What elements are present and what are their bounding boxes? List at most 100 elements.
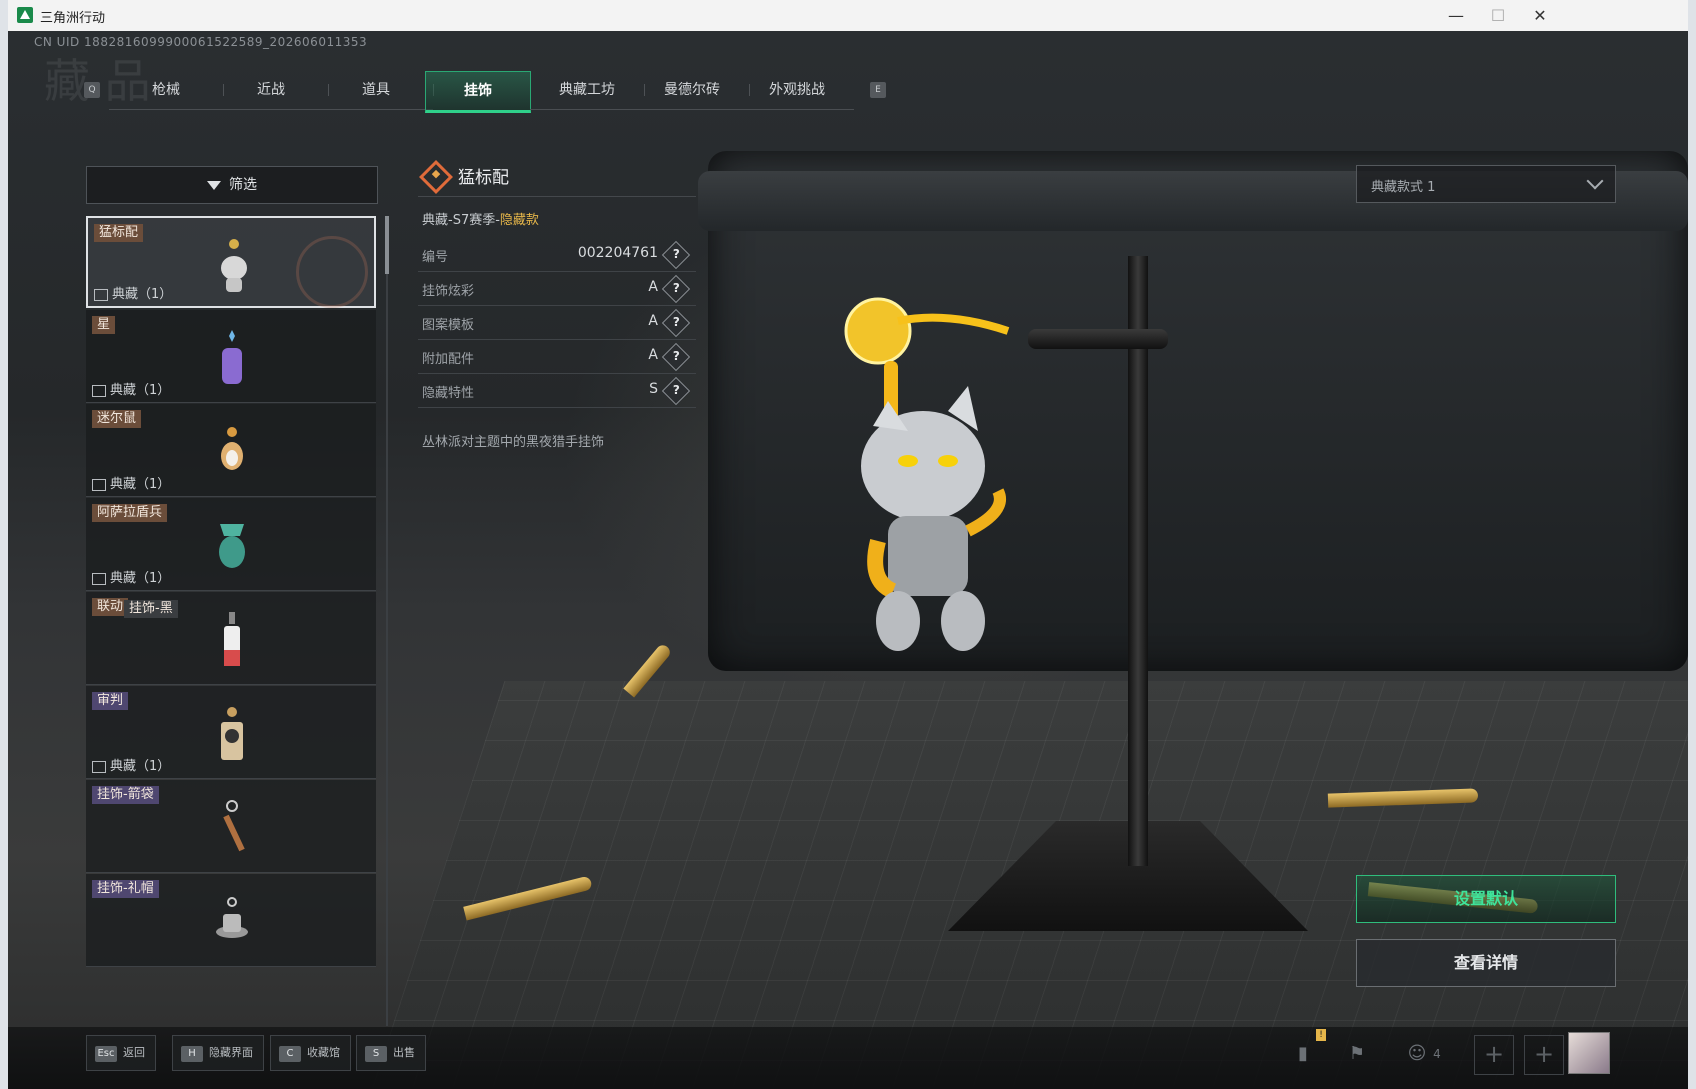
charm-list[interactable]: 猛标配 典藏（1） 星 典藏（1） 迷尔鼠 典藏（1） 阿萨拉盾兵 典藏（1） [86,216,378,1026]
charm-3d-model[interactable] [838,291,1038,691]
list-item[interactable]: 联动 挂饰-黑 [86,592,376,685]
list-item[interactable]: 猛标配 典藏（1） [86,216,376,308]
item-collection-count: 典藏（1） [92,379,170,398]
window-title: 三角洲行动 [40,11,106,26]
view-details-button[interactable]: 查看详情 [1356,939,1616,987]
item-name-tag: 迷尔鼠 [92,410,142,428]
item-name-tag: 挂饰-箭袋 [92,786,159,804]
charm-name: 猛标配 [458,168,509,188]
image-icon [92,384,106,397]
list-scrollbar-track[interactable] [386,216,388,1026]
chevron-down-icon [1586,172,1604,190]
list-item[interactable]: 星 典藏（1） [86,310,376,403]
delta-force-app-icon [17,7,33,23]
tab-label: 挂饰 [464,83,492,99]
list-item[interactable]: 审判 典藏（1） [86,686,376,779]
hotkey-label: 收藏馆 [307,1046,340,1059]
hotkey-key: H [181,1046,203,1062]
charm-thumbnail [221,427,243,470]
charm-thumbnail [216,897,248,938]
list-item[interactable]: 挂饰-箭袋 [86,780,376,873]
help-icon[interactable]: ? [661,240,691,270]
attr-row-pattern: 图案模板 A? [418,305,696,340]
attr-row-accessory: 附加配件 A? [418,339,696,374]
attr-key: 隐藏特性 [422,386,475,401]
item-name-tag: 星 [92,316,116,334]
tab-guns[interactable]: 枪械 [109,71,224,110]
help-glyph: ? [672,349,680,364]
item-subtitle-tag: 挂饰-黑 [124,600,178,618]
help-icon[interactable]: ? [661,274,691,304]
player-avatar[interactable] [1568,1032,1610,1074]
item-collection-label: 典藏（1） [110,571,171,586]
list-item[interactable]: 迷尔鼠 典藏（1） [86,404,376,497]
list-scrollbar-thumb[interactable] [385,216,389,274]
attr-value: 002204761 [577,245,658,261]
tab-items[interactable]: 道具 [319,71,434,110]
sell-hotkey-button[interactable]: S 出售 [356,1035,426,1071]
funnel-icon [207,180,221,190]
charm-description: 丛林派对主题中的黑夜猎手挂饰 [422,435,605,450]
item-collection-label: 典藏（1） [110,383,171,398]
tab-label: 外观挑战 [769,82,825,98]
set-default-button[interactable]: 设置默认 [1356,875,1616,923]
season-hidden-tag: 隐藏款 [499,213,539,228]
item-name-tag: 联动 [92,598,129,616]
hide-ui-hotkey-button[interactable]: H 隐藏界面 [172,1035,264,1071]
attr-key: 编号 [422,250,449,265]
item-name-tag: 猛标配 [94,224,144,242]
list-item[interactable]: 挂饰-礼帽 [86,874,376,967]
tab-workshop[interactable]: 典藏工坊 [530,71,645,110]
help-glyph: ? [672,247,680,262]
item-collection-label: 典藏（1） [112,287,173,302]
attr-value: A [648,347,658,363]
list-item[interactable]: 阿萨拉盾兵 典藏（1） [86,498,376,591]
filter-button[interactable]: 筛选 [86,166,378,204]
help-icon[interactable]: ? [661,342,691,372]
display-stand-arm [1028,329,1168,349]
image-icon [94,288,108,301]
add-teammate-button[interactable]: + [1524,1035,1564,1075]
help-icon[interactable]: ? [661,376,691,406]
close-button[interactable]: ✕ [1518,2,1562,29]
stats-chart-icon[interactable]: ▮ [1288,1039,1318,1069]
tab-charms[interactable]: 挂饰 [425,71,531,113]
tab-label: 曼德尔砖 [664,82,720,98]
attr-key: 图案模板 [422,318,475,333]
tab-label: 道具 [362,82,390,98]
player-uid: CN UID 1882816099900061522589_2026060113… [34,35,368,49]
item-collection-label: 典藏（1） [110,477,171,492]
add-teammate-button[interactable]: + [1474,1035,1514,1075]
collection-hall-hotkey-button[interactable]: C 收藏馆 [270,1035,351,1071]
maximize-button[interactable]: ☐ [1476,2,1520,29]
item-name-tag: 阿萨拉盾兵 [92,504,168,522]
image-icon [92,760,106,773]
item-collection-count: 典藏（1） [94,283,172,302]
charm-thumbnail [221,707,243,760]
attr-row-hidden-trait: 隐藏特性 S? [418,373,696,408]
charm-thumbnail [219,524,245,568]
hotkey-key: C [279,1046,301,1062]
item-name-tag: 审判 [92,692,129,710]
tab-appearance-challenge[interactable]: 外观挑战 [740,71,854,110]
variant-select[interactable]: 典藏款式 1 [1356,165,1616,203]
tab-label: 近战 [257,82,285,98]
back-hotkey-button[interactable]: Esc 返回 [86,1035,156,1071]
attr-value: S [649,381,658,397]
hotkey-label: 出售 [393,1046,415,1059]
tab-mandel-bricks[interactable]: 曼德尔砖 [635,71,750,110]
charm-thumbnail [223,800,245,852]
flag-icon[interactable]: ⚑ [1342,1039,1372,1069]
attr-key: 挂饰炫彩 [422,284,475,299]
minimize-button[interactable]: — [1434,2,1478,29]
attr-key: 附加配件 [422,352,475,367]
team-count: 4 [1433,1047,1441,1061]
tab-melee[interactable]: 近战 [214,71,329,110]
help-icon[interactable]: ? [661,308,691,338]
item-collection-label: 典藏（1） [110,759,171,774]
attr-row-color: 挂饰炫彩 A? [418,271,696,306]
charm-thumbnail [222,330,242,384]
help-glyph: ? [672,383,680,398]
game-viewport: 藏 品 CN UID 1882816099900061522589_202606… [8,31,1688,1089]
variant-select-value: 典藏款式 1 [1371,180,1436,195]
